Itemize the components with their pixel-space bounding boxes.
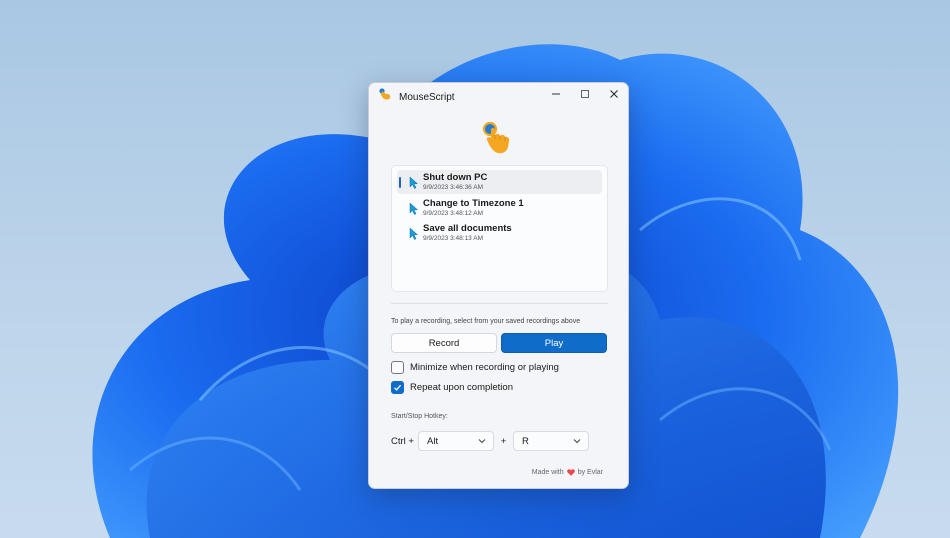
recordings-list[interactable]: Shut down PC 9/9/2023 3:46:36 AM Change … xyxy=(391,165,608,292)
minimize-checkbox-label: Minimize when recording or playing xyxy=(410,362,559,373)
close-button[interactable] xyxy=(599,83,628,105)
record-button[interactable]: Record xyxy=(391,333,497,353)
mouse-cursor-icon xyxy=(409,176,419,189)
recording-name: Save all documents xyxy=(423,223,512,234)
minimize-icon xyxy=(551,93,560,95)
ctrl-label: Ctrl + xyxy=(391,435,414,447)
footer-suffix: by Evlar xyxy=(577,469,603,476)
recording-time: 9/9/2023 3:46:36 AM xyxy=(423,184,483,191)
footer-credit: Made with by Evlar xyxy=(532,469,603,476)
chevron-down-icon xyxy=(573,439,581,444)
play-hint-text: To play a recording, select from your sa… xyxy=(391,318,581,325)
hotkey-row: Ctrl + Alt + R xyxy=(391,431,589,451)
heart-icon xyxy=(566,469,575,476)
repeat-option[interactable]: Repeat upon completion xyxy=(391,381,513,394)
mouse-cursor-icon xyxy=(409,201,419,215)
key-value: R xyxy=(522,435,529,447)
plus-label: + xyxy=(500,435,507,447)
modifier-dropdown[interactable]: Alt xyxy=(418,431,494,451)
divider xyxy=(391,303,608,304)
mousescript-window: MouseScript Shut down PC 9/9/2023 3:46:3… xyxy=(368,82,629,489)
repeat-checkbox[interactable] xyxy=(391,381,404,394)
list-item[interactable]: Change to Timezone 1 9/9/2023 3:48:12 AM xyxy=(397,196,602,220)
footer-prefix: Made with xyxy=(531,469,564,476)
recording-time: 9/9/2023 3:48:12 AM xyxy=(423,209,483,217)
list-item[interactable]: Save all documents 9/9/2023 3:48:13 AM xyxy=(397,221,602,245)
play-button[interactable]: Play xyxy=(501,333,607,353)
modifier-value: Alt xyxy=(427,435,439,447)
key-dropdown[interactable]: R xyxy=(513,431,589,451)
recording-time: 9/9/2023 3:48:13 AM xyxy=(423,235,483,242)
window-title: MouseScript xyxy=(399,91,455,103)
hotkey-label: Start/Stop Hotkey: xyxy=(391,413,448,420)
caption-buttons xyxy=(541,83,628,105)
chevron-down-icon xyxy=(478,439,486,444)
minimize-checkbox[interactable] xyxy=(391,361,404,374)
mouse-cursor-icon xyxy=(409,227,419,240)
minimize-option[interactable]: Minimize when recording or playing xyxy=(391,361,559,374)
repeat-checkbox-label: Repeat upon completion xyxy=(410,382,513,393)
minimize-button[interactable] xyxy=(541,83,570,105)
close-icon xyxy=(609,90,618,98)
selection-indicator xyxy=(399,177,401,188)
pointing-hand-icon xyxy=(379,88,391,100)
checkmark-icon xyxy=(394,384,402,391)
pointing-hand-icon xyxy=(482,121,510,154)
recording-name: Shut down PC xyxy=(423,172,488,183)
list-item[interactable]: Shut down PC 9/9/2023 3:46:36 AM xyxy=(397,170,602,194)
recording-name: Change to Timezone 1 xyxy=(423,197,524,209)
title-bar[interactable]: MouseScript xyxy=(369,83,628,105)
maximize-button[interactable] xyxy=(570,83,599,105)
maximize-icon xyxy=(580,90,589,98)
